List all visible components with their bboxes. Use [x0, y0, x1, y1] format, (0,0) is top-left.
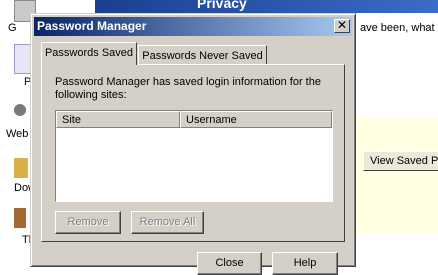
help-button[interactable]: Help — [272, 252, 338, 275]
passwords-section — [355, 118, 438, 233]
options-category-sidebar: G P Web Dow Tl — [0, 0, 36, 267]
dialog-titlebar[interactable]: Password Manager ✕ — [34, 17, 352, 36]
downloads-icon[interactable] — [14, 158, 28, 178]
close-icon[interactable]: ✕ — [334, 19, 350, 33]
dialog-title: Password Manager — [37, 19, 147, 33]
view-saved-passwords-button[interactable]: View Saved Pa — [363, 151, 438, 171]
close-button[interactable]: Close — [197, 252, 262, 275]
privacy-title: Privacy — [197, 0, 247, 11]
privacy-header-bar: Privacy — [95, 0, 438, 13]
column-header-site[interactable]: Site — [56, 111, 180, 128]
web-features-icon[interactable] — [14, 104, 26, 116]
tab-passwords-saved[interactable]: Passwords Saved — [41, 42, 137, 65]
category-label-web: Web — [6, 128, 29, 140]
saved-sites-list[interactable]: Site Username — [55, 110, 333, 202]
category-label-general: G — [8, 22, 17, 34]
tab-panel: Password Manager has saved login informa… — [41, 64, 345, 242]
column-header-username[interactable]: Username — [180, 111, 332, 128]
tab-passwords-never-saved[interactable]: Passwords Never Saved — [138, 45, 267, 65]
remove-button[interactable]: Remove — [55, 211, 121, 234]
privacy-description-fragment: ave been, what — [360, 22, 435, 34]
remove-all-button[interactable]: Remove All — [131, 211, 204, 234]
password-manager-dialog: Password Manager ✕ Passwords Saved Passw… — [30, 13, 356, 275]
panel-description: Password Manager has saved login informa… — [55, 76, 321, 101]
tabs-icon[interactable] — [14, 208, 26, 228]
